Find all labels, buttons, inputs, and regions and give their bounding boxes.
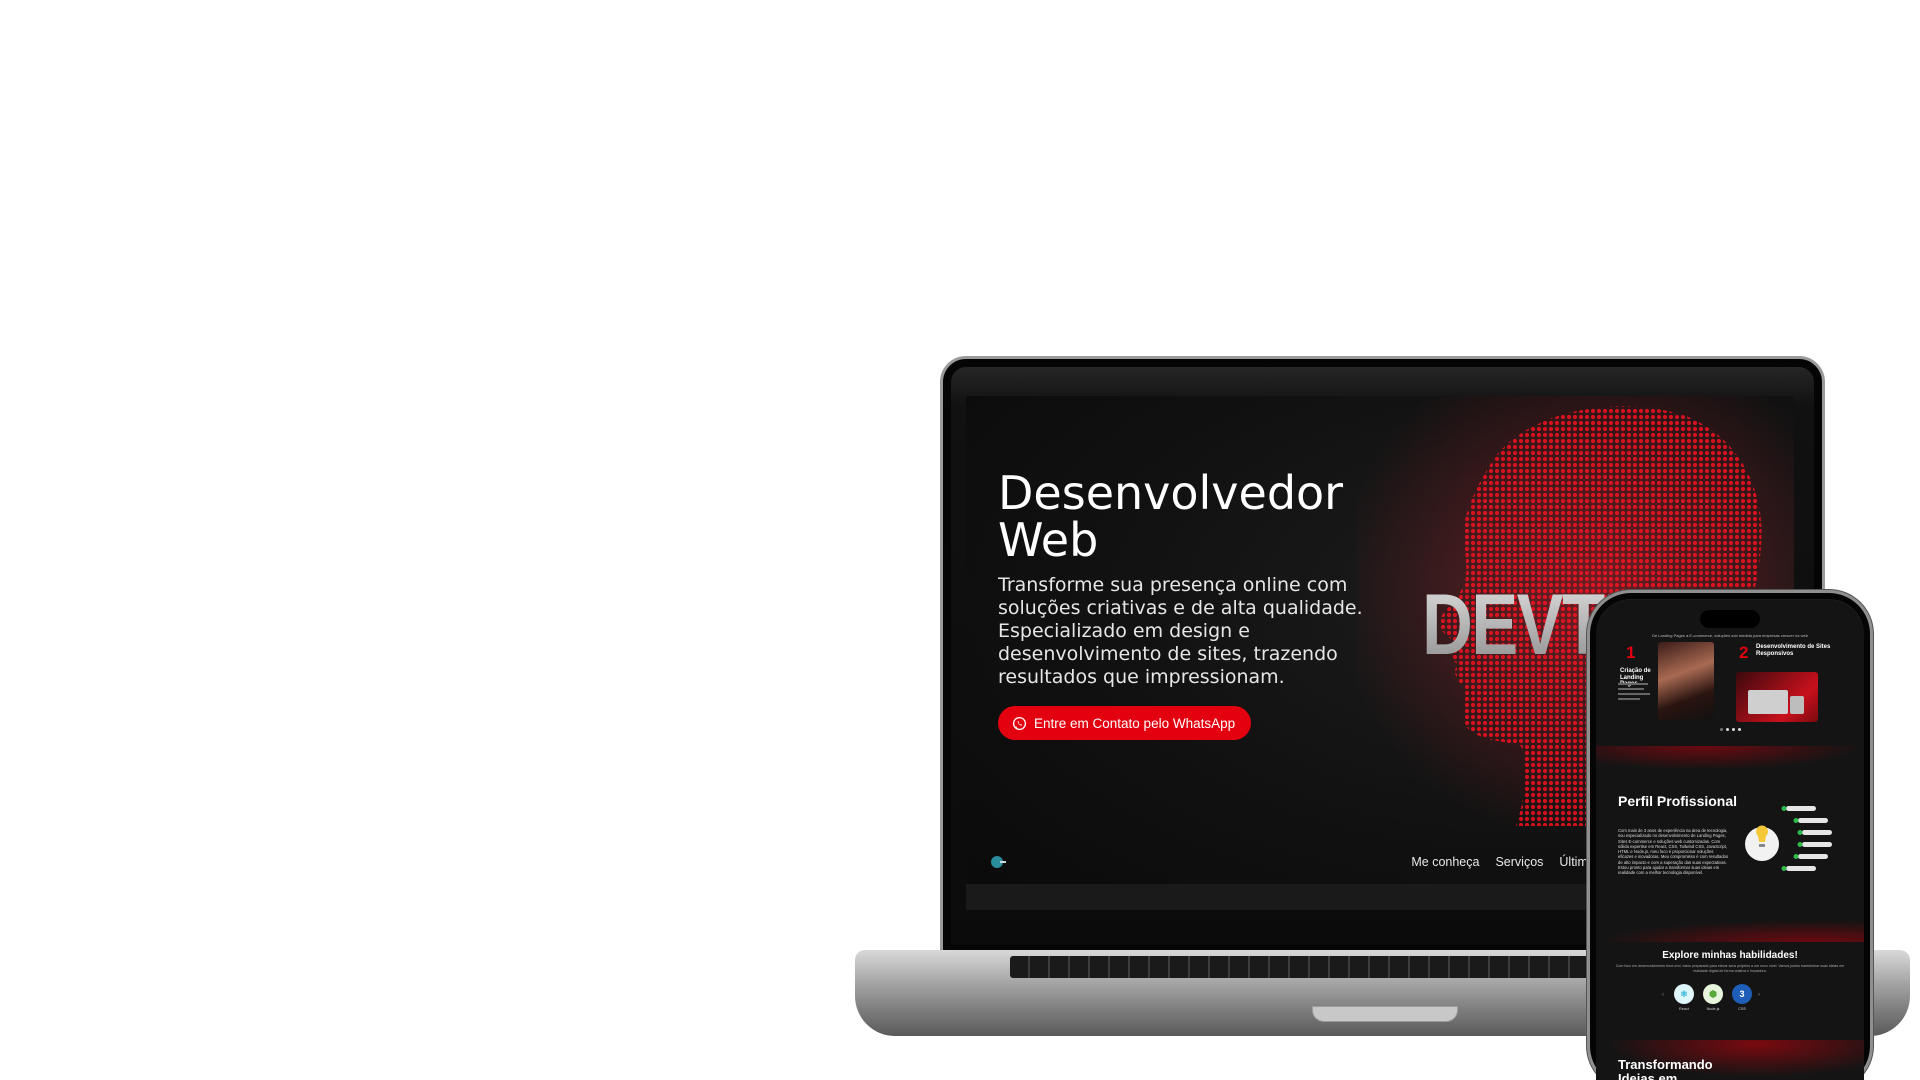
chevron-left-icon[interactable]: ‹ <box>1662 992 1664 998</box>
nav-link-me-conheca[interactable]: Me conheça <box>1411 855 1479 869</box>
profile-mindmap-graphic <box>1745 806 1832 871</box>
skill-label-css: CSS <box>1738 1007 1746 1011</box>
skill-label-react: React <box>1679 1007 1689 1011</box>
nav-link-servicos[interactable]: Serviços <box>1495 855 1543 869</box>
skills-text: Com foco em desenvolvimento front-end, e… <box>1615 964 1845 973</box>
react-icon[interactable]: ⚛ <box>1674 984 1694 1004</box>
whatsapp-icon <box>1012 716 1027 730</box>
service-number-1: 1 <box>1626 643 1636 662</box>
next-section-title: Transformando Ideias em <box>1618 1057 1713 1080</box>
monitor-mockup <box>1748 690 1788 714</box>
laptop-keyboard <box>1010 956 1630 978</box>
phone-screen: De Landing Pages a E-commerce, soluções … <box>1596 600 1864 1080</box>
nodejs-icon[interactable]: ⬢ <box>1703 984 1723 1004</box>
tablet-mockup <box>1790 696 1804 714</box>
landing-page-preview-image[interactable] <box>1658 642 1714 720</box>
section-divider-glow <box>1596 746 1864 770</box>
service-1-text-placeholder <box>1618 680 1652 710</box>
carousel-dot[interactable] <box>1725 728 1729 731</box>
laptop-notch <box>1312 1006 1458 1022</box>
carousel-dot[interactable] <box>1737 728 1741 731</box>
skills-title: Explore minhas habilidades! <box>1662 950 1798 961</box>
section-divider-glow <box>1596 920 1864 942</box>
responsive-sites-preview-image[interactable] <box>1736 672 1818 722</box>
carousel-dot[interactable] <box>1719 728 1723 731</box>
profile-text: Com mais de 3 anos de experiência na áre… <box>1618 828 1729 876</box>
chevron-right-icon[interactable]: › <box>1758 992 1760 998</box>
service-number-2: 2 <box>1739 643 1749 662</box>
dynamic-island <box>1700 610 1760 628</box>
hero-description: Transforme sua presença online com soluç… <box>998 574 1363 688</box>
skill-label-nodejs: Node.js <box>1706 1007 1720 1011</box>
profile-title: Perfil Profissional <box>1618 793 1738 809</box>
carousel-dots[interactable] <box>1714 728 1746 731</box>
service-title-2: Desenvolvimento de Sites Responsivos <box>1756 644 1831 657</box>
site-logo-icon[interactable] <box>988 852 1008 872</box>
services-intro: De Landing Pages a E-commerce, soluções … <box>1652 633 1808 638</box>
whatsapp-contact-button[interactable]: Entre em Contato pelo WhatsApp <box>998 706 1252 740</box>
css-icon[interactable]: 3 <box>1732 984 1752 1004</box>
cta-label: Entre em Contato pelo WhatsApp <box>1034 715 1236 731</box>
hero-title: Desenvolvedor Web <box>998 466 1344 567</box>
carousel-dot[interactable] <box>1731 728 1735 731</box>
